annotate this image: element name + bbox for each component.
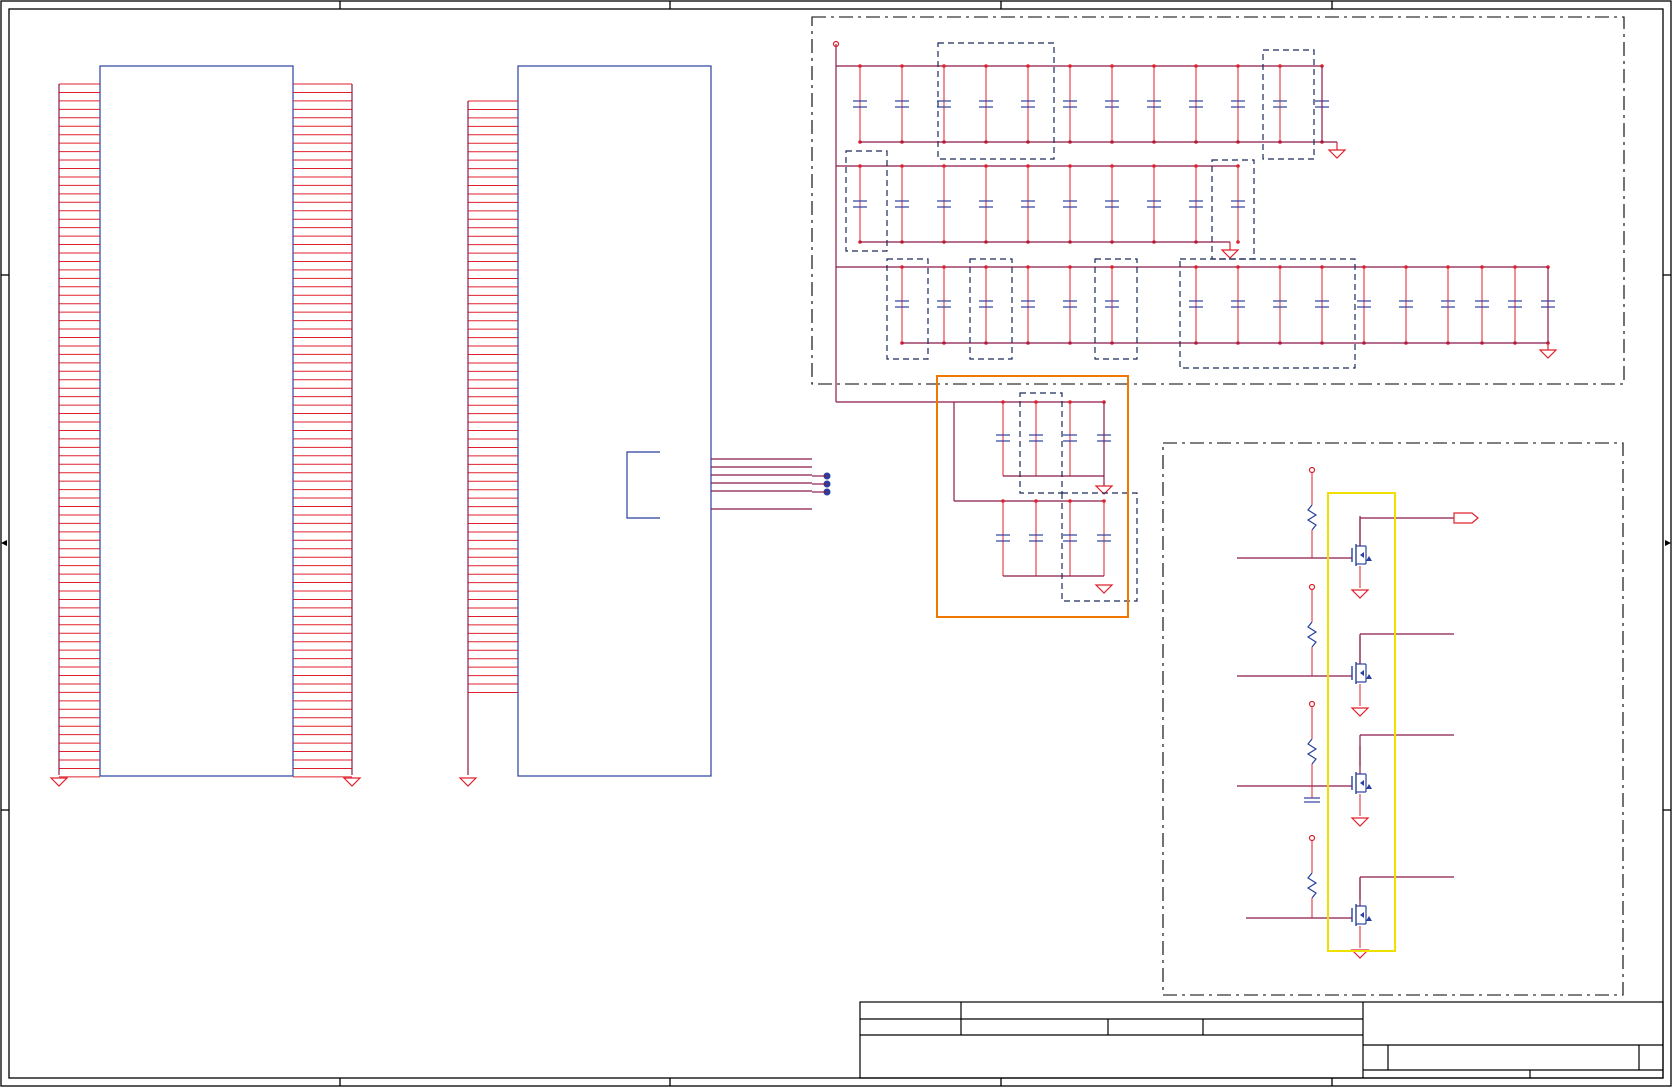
junction-dot (1236, 240, 1240, 244)
junction-dot (1068, 499, 1072, 503)
junction-dot (1194, 265, 1198, 269)
nmos-icon (1360, 552, 1364, 558)
nmos-arrow (1366, 556, 1372, 561)
decoupling-region-outline (811, 16, 1625, 996)
resistor-icon (1306, 738, 1318, 765)
junction-dot (1110, 64, 1114, 68)
power-port-icon (1308, 583, 1316, 591)
junction-dot (1278, 64, 1282, 68)
power-port-icon (1308, 700, 1316, 708)
nmos-arrow (1366, 674, 1372, 679)
junction-dot (942, 265, 946, 269)
zone-arrow-markers (1, 540, 1671, 546)
schematic-dynamic-layer (49, 40, 1558, 959)
ground-icon (1538, 349, 1558, 359)
connector-center-body (517, 65, 712, 777)
power-port-icon (1308, 466, 1316, 474)
junction-dot (900, 64, 904, 68)
junction-dot (1480, 265, 1484, 269)
resistor-icon (1306, 872, 1318, 899)
junction-dot (942, 64, 946, 68)
resistor-icon (1306, 504, 1318, 531)
junction-dot (1001, 400, 1005, 404)
resistor-icon (1306, 621, 1318, 648)
dashed-subgroups (845, 42, 1356, 602)
junction-dot (1026, 164, 1030, 168)
junction-dot (1026, 265, 1030, 269)
junction-dot (984, 265, 988, 269)
junction-dot (1068, 164, 1072, 168)
junction-dot (858, 164, 862, 168)
junction-dot (1194, 64, 1198, 68)
junction-dot (1194, 164, 1198, 168)
connector-left-body (99, 65, 294, 777)
junction-dot (1102, 499, 1106, 503)
schematic-sheet (0, 0, 1672, 1087)
power-port-icon (1308, 834, 1316, 842)
junction-dot (1068, 265, 1072, 269)
junction-dot (942, 164, 946, 168)
schematic-canvas (0, 0, 1672, 1087)
mosfet-highlight-box (1327, 492, 1396, 952)
connector-center-bracket (626, 451, 660, 519)
title-block (859, 1001, 1664, 1079)
ground-icon (1094, 584, 1114, 594)
junction-dot (1026, 64, 1030, 68)
ground-icon (1350, 817, 1370, 827)
ground-icon (49, 777, 69, 787)
ground-icon (458, 777, 478, 787)
junction-dot (1236, 265, 1240, 269)
ground-icon (1350, 589, 1370, 599)
junction-dot (1001, 499, 1005, 503)
output-port-icon (1453, 512, 1479, 524)
junction-dot (1152, 164, 1156, 168)
junction-dot (1034, 499, 1038, 503)
ground-icon (1327, 149, 1347, 159)
junction-dot (1320, 265, 1324, 269)
junction-dot (1278, 265, 1282, 269)
junction-dot (1110, 265, 1114, 269)
ground-icon (342, 777, 362, 787)
nmos-icon (1360, 670, 1364, 676)
junction-dot (1513, 265, 1517, 269)
junction-dot (1068, 64, 1072, 68)
nmos-icon (1360, 912, 1364, 918)
junction-dot (1236, 64, 1240, 68)
junction-dot (1404, 265, 1408, 269)
ground-icon (1350, 707, 1370, 717)
nmos-arrow (1366, 916, 1372, 921)
junction-dot (1152, 64, 1156, 68)
junction-dot (1110, 164, 1114, 168)
nmos-arrow (1366, 784, 1372, 789)
filter-highlight-box (936, 375, 1129, 618)
junction-dot (900, 265, 904, 269)
junction-dot (1362, 265, 1366, 269)
junction-dot (1034, 400, 1038, 404)
junction-dot (1236, 164, 1240, 168)
junction-dot (1446, 265, 1450, 269)
junction-dot (984, 64, 988, 68)
junction-dot (984, 164, 988, 168)
junction-dot (858, 64, 862, 68)
junction-dot (1068, 400, 1072, 404)
ground-icon (1220, 249, 1240, 259)
nmos-icon (1360, 780, 1364, 786)
junction-dot (900, 164, 904, 168)
